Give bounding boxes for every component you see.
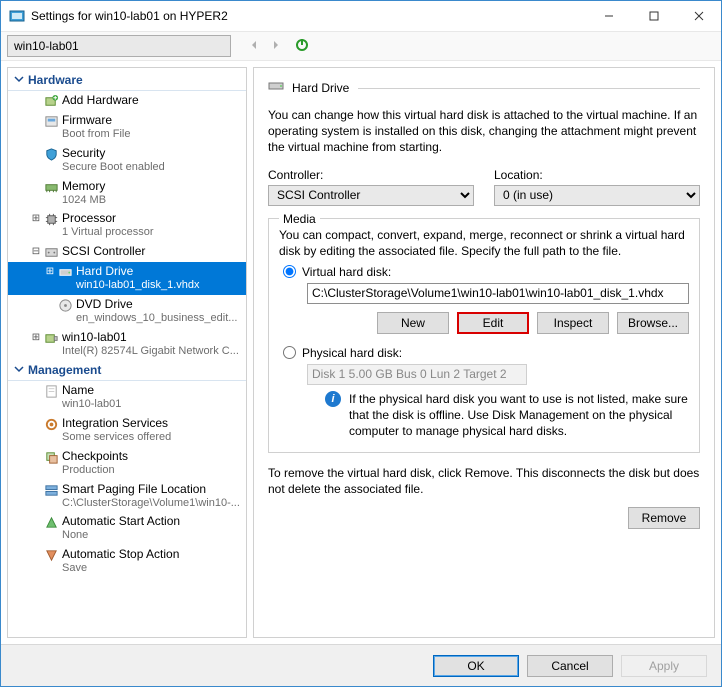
hard-drive-icon — [56, 264, 74, 280]
inspect-button[interactable]: Inspect — [537, 312, 609, 334]
tree-memory[interactable]: Memory1024 MB — [8, 177, 246, 210]
scsi-icon — [42, 244, 60, 260]
physical-disk-radio[interactable] — [283, 346, 296, 359]
pane-header: Hard Drive — [268, 78, 700, 97]
dialog-footer: OK Cancel Apply — [1, 644, 721, 686]
tree-auto-start[interactable]: Automatic Start ActionNone — [8, 512, 246, 545]
toolbar: win10-lab01 — [1, 31, 721, 61]
tree-name[interactable]: Namewin10-lab01 — [8, 381, 246, 414]
vm-selector[interactable]: win10-lab01 — [7, 35, 231, 57]
media-desc: You can compact, convert, expand, merge,… — [279, 227, 689, 259]
media-group: Media You can compact, convert, expand, … — [268, 218, 700, 453]
tree-processor[interactable]: ⊞ Processor1 Virtual processor — [8, 209, 246, 242]
apply-button[interactable]: Apply — [621, 655, 707, 677]
settings-tree[interactable]: Hardware Add Hardware FirmwareBoot from … — [7, 67, 247, 638]
expand-icon[interactable]: ⊞ — [44, 264, 56, 279]
physical-disk-label: Physical hard disk: — [302, 346, 402, 360]
name-icon — [42, 383, 60, 399]
collapse-icon[interactable]: ⊟ — [30, 244, 42, 259]
pane-intro: You can change how this virtual hard dis… — [268, 107, 700, 156]
tree-auto-stop[interactable]: Automatic Stop ActionSave — [8, 545, 246, 578]
memory-icon — [42, 179, 60, 195]
tree-add-hardware[interactable]: Add Hardware — [8, 91, 246, 111]
app-icon — [9, 8, 25, 24]
virtual-disk-radio[interactable] — [283, 265, 296, 278]
integration-icon — [42, 416, 60, 432]
vm-selector-value: win10-lab01 — [14, 39, 79, 53]
processor-icon — [42, 211, 60, 227]
physical-disk-note: If the physical hard disk you want to us… — [349, 391, 689, 440]
smart-paging-icon — [42, 482, 60, 498]
tree-scsi-controller[interactable]: ⊟ SCSI Controller — [8, 242, 246, 262]
cancel-button[interactable]: Cancel — [527, 655, 613, 677]
nav-back-button[interactable] — [245, 37, 263, 55]
add-hardware-icon — [42, 93, 60, 109]
remove-button[interactable]: Remove — [628, 507, 700, 529]
media-legend: Media — [279, 212, 320, 226]
dvd-icon — [56, 297, 74, 313]
maximize-button[interactable] — [631, 2, 676, 30]
auto-stop-icon — [42, 547, 60, 563]
pane-title: Hard Drive — [292, 81, 349, 95]
titlebar: Settings for win10-lab01 on HYPER2 — [1, 1, 721, 31]
tree-network-adapter[interactable]: ⊞ win10-lab01Intel(R) 82574L Gigabit Net… — [8, 328, 246, 361]
hard-drive-icon — [268, 78, 284, 97]
tree-smart-paging[interactable]: Smart Paging File LocationC:\ClusterStor… — [8, 480, 246, 513]
expand-icon[interactable]: ⊞ — [30, 211, 42, 226]
info-icon: i — [325, 391, 341, 407]
virtual-disk-label: Virtual hard disk: — [302, 265, 391, 279]
edit-button[interactable]: Edit — [457, 312, 529, 334]
firmware-icon — [42, 113, 60, 129]
browse-button[interactable]: Browse... — [617, 312, 689, 334]
nav-forward-button[interactable] — [267, 37, 285, 55]
ok-button[interactable]: OK — [433, 655, 519, 677]
tree-firmware[interactable]: FirmwareBoot from File — [8, 111, 246, 144]
location-label: Location: — [494, 168, 700, 182]
tree-security[interactable]: SecuritySecure Boot enabled — [8, 144, 246, 177]
tree-dvd-drive[interactable]: DVD Driveen_windows_10_business_edit... — [8, 295, 246, 328]
section-management[interactable]: Management — [8, 360, 246, 381]
checkpoints-icon — [42, 449, 60, 465]
collapse-icon — [14, 363, 24, 377]
nav-arrows — [245, 37, 285, 55]
power-icon[interactable] — [295, 38, 309, 55]
vhd-path-input[interactable] — [307, 283, 689, 304]
tree-integration-services[interactable]: Integration ServicesSome services offere… — [8, 414, 246, 447]
close-button[interactable] — [676, 2, 721, 30]
expand-icon[interactable]: ⊞ — [30, 330, 42, 345]
controller-select[interactable]: SCSI Controller — [268, 185, 474, 206]
new-button[interactable]: New — [377, 312, 449, 334]
collapse-icon — [14, 73, 24, 87]
physical-disk-select: Disk 1 5.00 GB Bus 0 Lun 2 Target 2 — [307, 364, 527, 385]
detail-pane: Hard Drive You can change how this virtu… — [253, 67, 715, 638]
section-hardware[interactable]: Hardware — [8, 70, 246, 91]
remove-note: To remove the virtual hard disk, click R… — [268, 465, 700, 497]
tree-checkpoints[interactable]: CheckpointsProduction — [8, 447, 246, 480]
window-title: Settings for win10-lab01 on HYPER2 — [31, 9, 586, 23]
auto-start-icon — [42, 514, 60, 530]
controller-label: Controller: — [268, 168, 474, 182]
network-adapter-icon — [42, 330, 60, 346]
settings-window: Settings for win10-lab01 on HYPER2 win10… — [0, 0, 722, 687]
tree-hard-drive[interactable]: ⊞ Hard Drivewin10-lab01_disk_1.vhdx — [8, 262, 246, 295]
location-select[interactable]: 0 (in use) — [494, 185, 700, 206]
minimize-button[interactable] — [586, 2, 631, 30]
shield-icon — [42, 146, 60, 162]
